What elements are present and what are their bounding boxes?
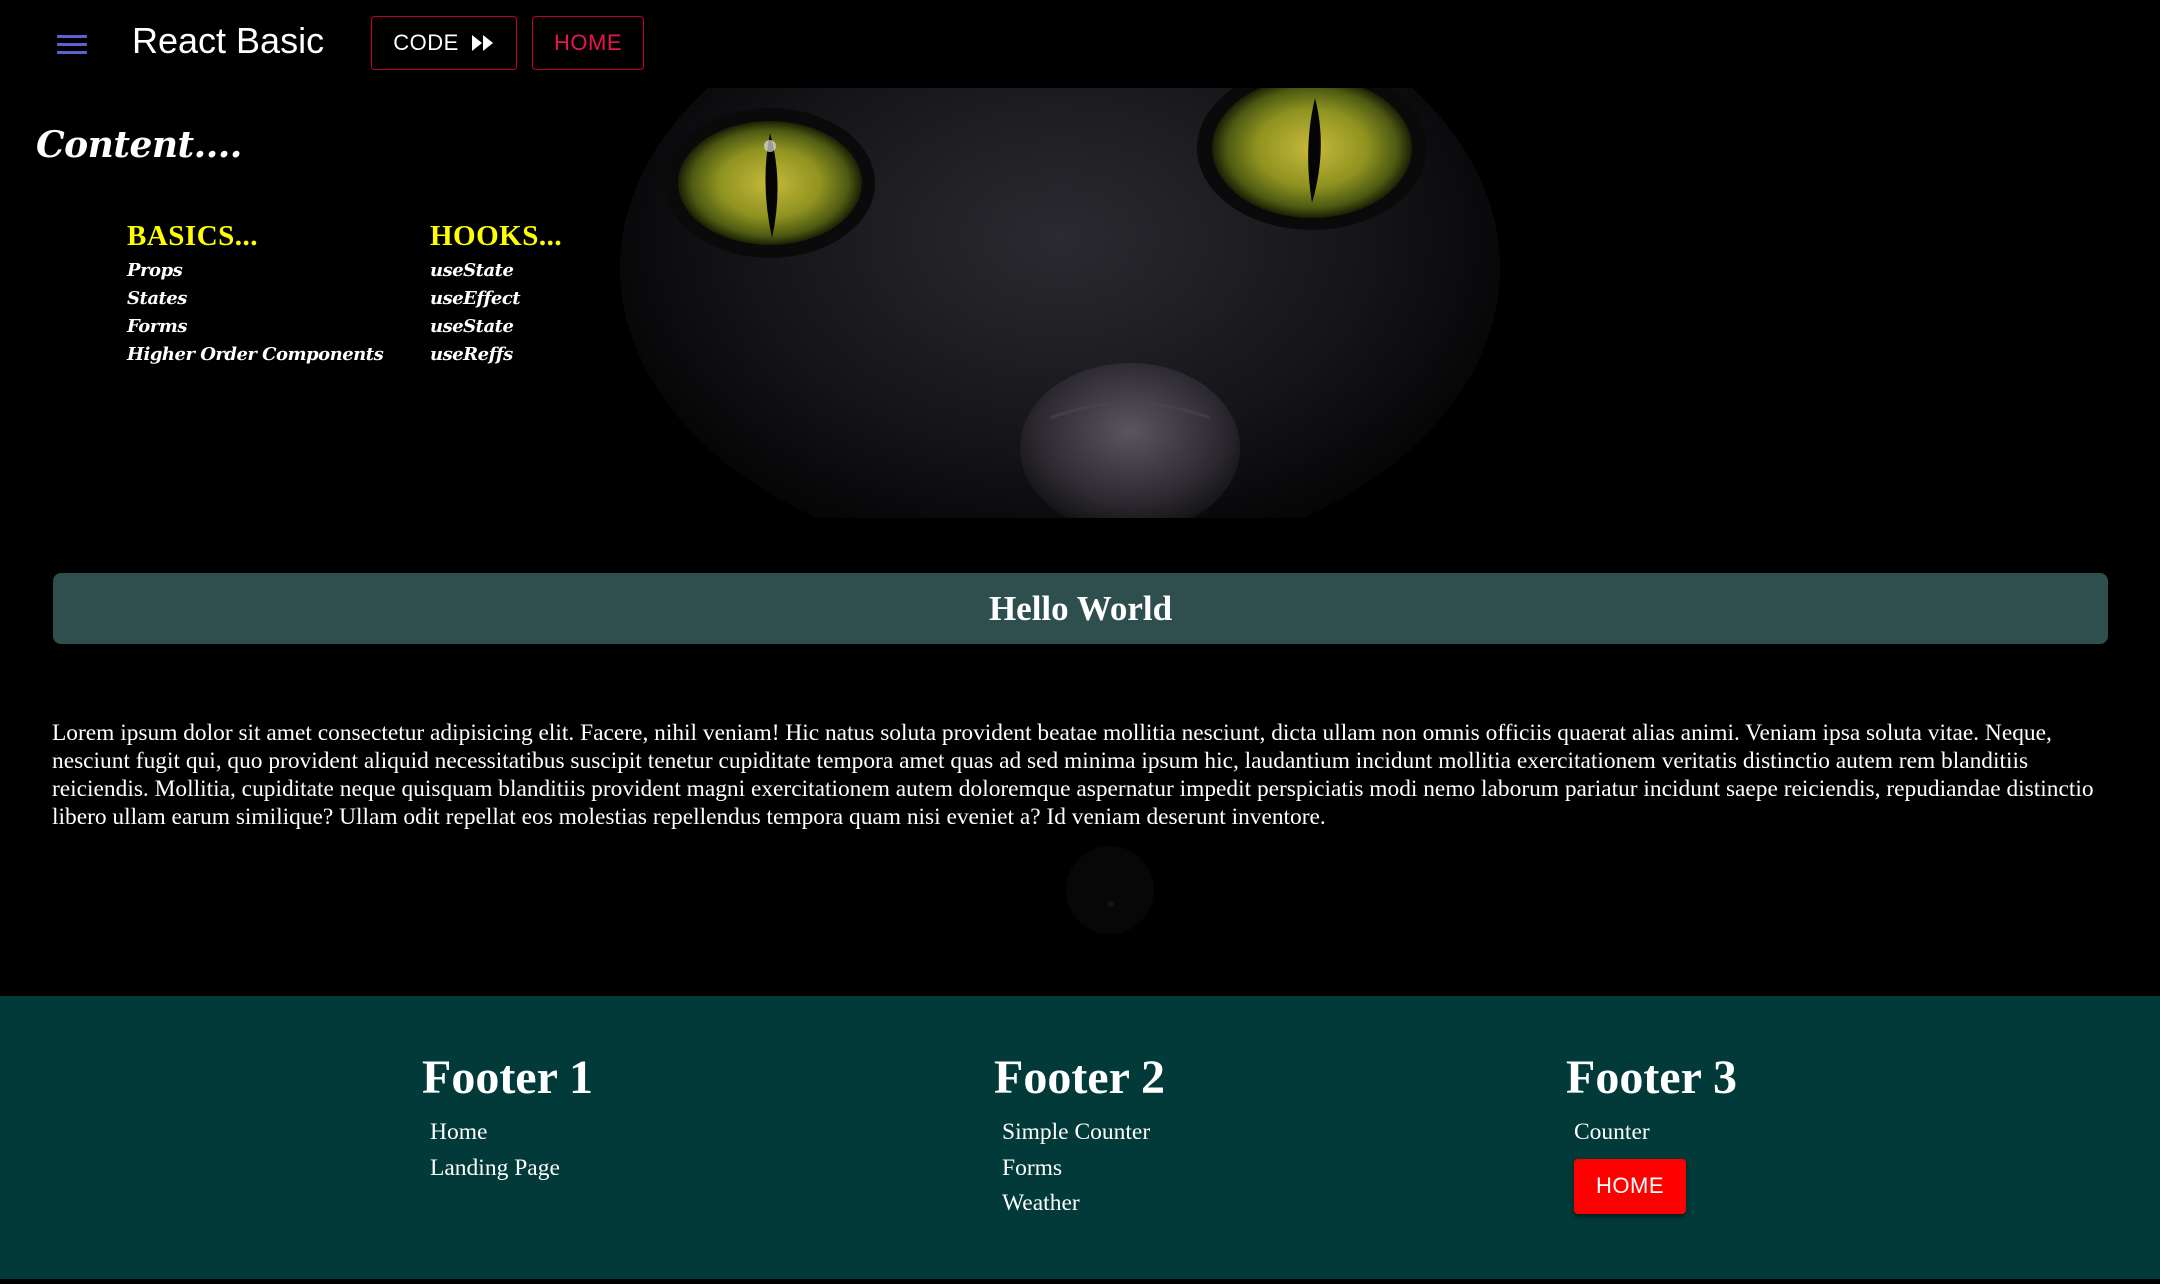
code-button[interactable]: CODE bbox=[371, 16, 517, 70]
app-bar: React Basic CODE HOME bbox=[0, 0, 2160, 88]
footer-2-title: Footer 2 bbox=[994, 1051, 1166, 1104]
footer-link-counter[interactable]: Counter bbox=[1574, 1115, 1737, 1151]
app-title: React Basic bbox=[132, 20, 325, 61]
footer-link-weather[interactable]: Weather bbox=[1002, 1186, 1165, 1222]
basics-heading: BASICS... bbox=[127, 220, 259, 252]
footer-column-2: Footer 2 Simple Counter Forms Weather bbox=[994, 1050, 1165, 1222]
hooks-link-usestate-2[interactable]: useState bbox=[430, 313, 562, 341]
lorem-paragraph: Lorem ipsum dolor sit amet consectetur a… bbox=[52, 720, 2094, 830]
basics-link-props[interactable]: Props bbox=[127, 257, 383, 285]
basics-link-hoc[interactable]: Higher Order Components bbox=[127, 341, 384, 369]
home-button[interactable]: HOME bbox=[532, 16, 644, 70]
hello-world-banner: Hello World bbox=[53, 573, 2108, 644]
hooks-heading: HOOKS... bbox=[430, 220, 563, 252]
hamburger-menu-icon[interactable] bbox=[50, 26, 94, 62]
hero-section: Content.... BASICS... Props States Forms… bbox=[0, 88, 2160, 518]
floating-action-button[interactable] bbox=[1066, 846, 1154, 934]
fast-forward-icon bbox=[471, 34, 495, 52]
basics-link-forms[interactable]: Forms bbox=[127, 313, 383, 341]
hooks-link-usereffs[interactable]: useReffs bbox=[430, 341, 562, 369]
cat-image bbox=[620, 88, 1500, 518]
hooks-link-useeffect[interactable]: useEffect bbox=[430, 285, 562, 313]
footer-home-button[interactable]: HOME bbox=[1574, 1158, 1686, 1214]
hooks-link-usestate[interactable]: useState bbox=[430, 257, 562, 285]
footer-link-forms[interactable]: Forms bbox=[1002, 1151, 1165, 1187]
hooks-column: HOOKS... useState useEffect useState use… bbox=[430, 220, 562, 369]
code-button-label: CODE bbox=[393, 30, 459, 55]
footer-1-title: Footer 1 bbox=[422, 1051, 594, 1104]
footer-3-title: Footer 3 bbox=[1566, 1051, 1738, 1104]
basics-link-states[interactable]: States bbox=[127, 285, 383, 313]
footer: Footer 1 Home Landing Page Footer 2 Simp… bbox=[0, 996, 2160, 1279]
basics-column: BASICS... Props States Forms Higher Orde… bbox=[127, 220, 384, 369]
content-title: Content.... bbox=[36, 124, 242, 166]
footer-link-home[interactable]: Home bbox=[430, 1115, 593, 1151]
footer-link-landing-page[interactable]: Landing Page bbox=[430, 1151, 593, 1187]
footer-column-3: Footer 3 Counter HOME bbox=[1566, 1050, 1737, 1214]
footer-column-1: Footer 1 Home Landing Page bbox=[422, 1050, 593, 1186]
footer-link-simple-counter[interactable]: Simple Counter bbox=[1002, 1115, 1165, 1151]
